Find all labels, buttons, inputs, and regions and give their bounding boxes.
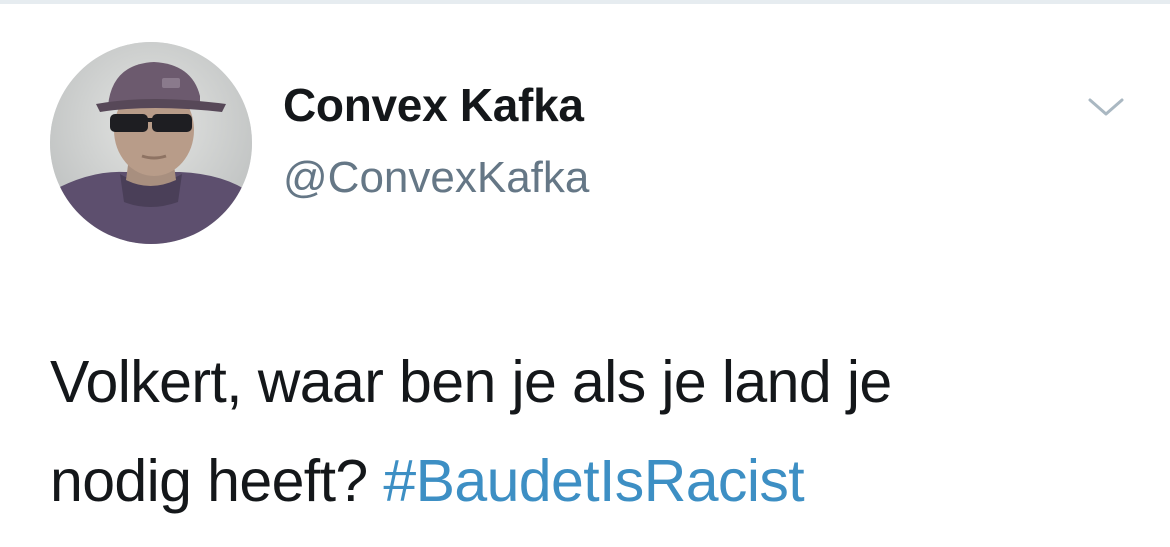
avatar-image [50,42,252,244]
tweet-text-line2: nodig heeft? [50,448,368,514]
hashtag-link[interactable]: #BaudetIsRacist [383,448,804,514]
author-handle[interactable]: @ConvexKafka [283,153,589,203]
tweet-text: Volkert, waar ben je als je land je nodi… [50,333,1130,531]
avatar[interactable] [50,42,252,244]
author-display-name[interactable]: Convex Kafka [283,78,584,132]
chevron-down-icon [1088,98,1124,116]
top-divider [0,0,1170,4]
tweet-menu-button[interactable] [1084,92,1128,122]
tweet-text-line1: Volkert, waar ben je als je land je [50,349,892,415]
